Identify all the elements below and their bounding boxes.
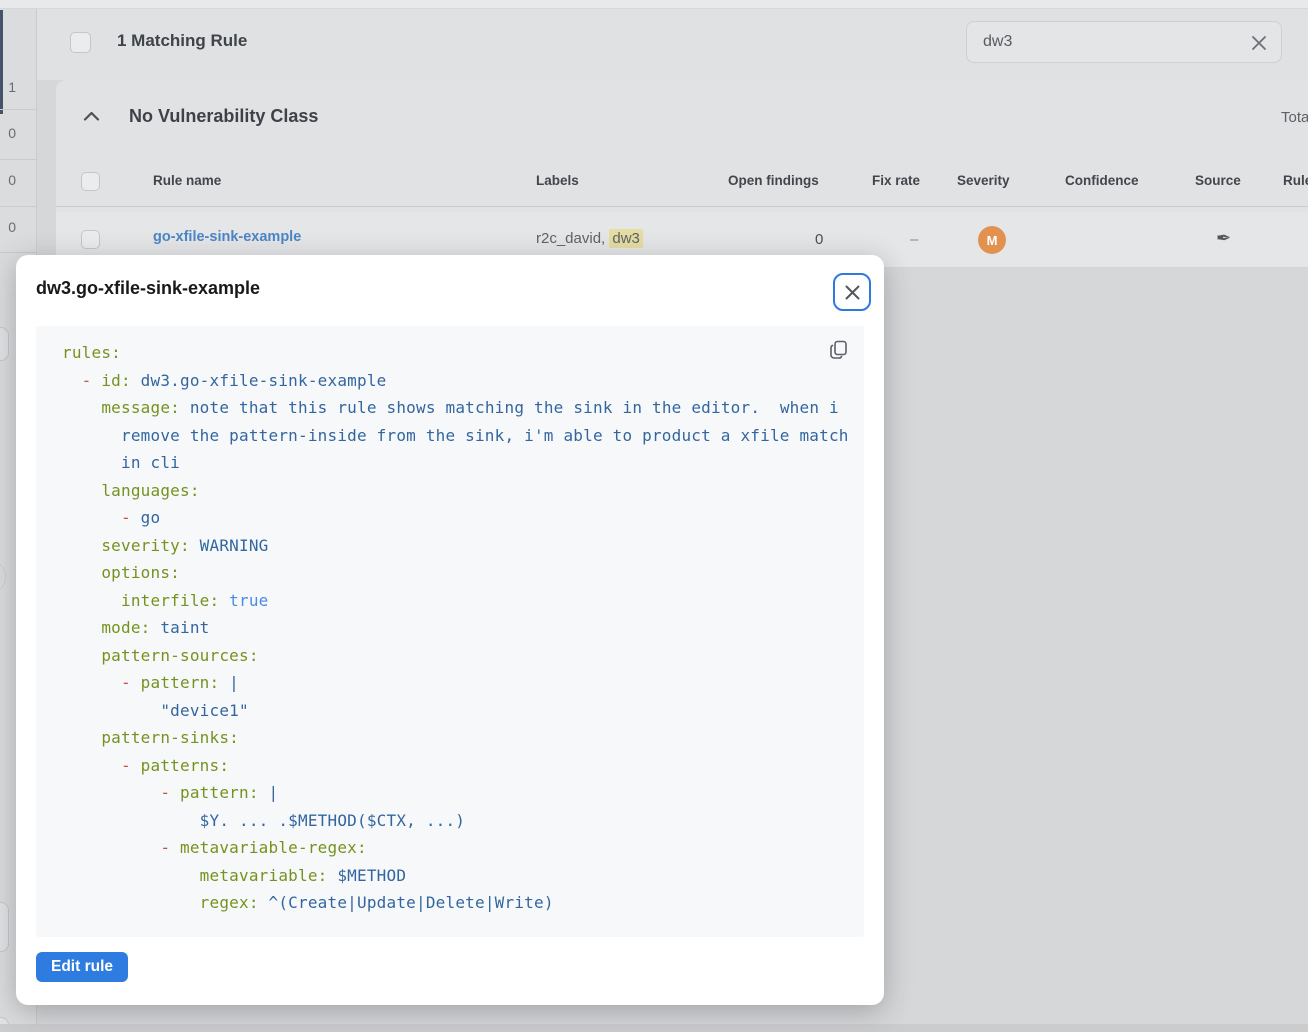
col-header-rule: Rule: [1283, 173, 1308, 188]
edit-rule-button[interactable]: Edit rule: [36, 952, 128, 982]
label-highlighted: dw3: [609, 229, 643, 248]
modal-close-button[interactable]: [833, 273, 871, 311]
code-line: in cli: [62, 449, 848, 477]
fix-rate-value: –: [910, 231, 918, 248]
code-line: interfile: true: [62, 587, 848, 615]
sidebar-active-indicator: [0, 10, 3, 114]
sidebar-divider: [0, 159, 37, 160]
open-findings-value: 0: [815, 231, 823, 248]
search-input[interactable]: [967, 22, 1281, 62]
code-line: - patterns:: [62, 752, 848, 780]
close-icon: [844, 284, 861, 301]
code-line: mode: taint: [62, 614, 848, 642]
code-line: remove the pattern-inside from the sink,…: [62, 422, 848, 450]
select-all-checkbox[interactable]: [70, 32, 91, 53]
row-checkbox[interactable]: [81, 230, 100, 249]
sidebar-count: 0: [0, 219, 16, 235]
rule-code-block: rules: - id: dw3.go-xfile-sink-example m…: [36, 326, 864, 937]
col-header-fix-rate: Fix rate: [872, 173, 920, 188]
code-line: regex: ^(Create|Update|Delete|Write): [62, 889, 848, 917]
code-line: message: note that this rule shows match…: [62, 394, 848, 422]
col-header-confidence: Confidence: [1065, 173, 1139, 188]
rules-search: [966, 21, 1282, 63]
top-band: [0, 0, 1308, 9]
chevron-up-icon[interactable]: [83, 111, 100, 121]
clipped-circle: [0, 559, 6, 595]
sidebar-divider: [0, 109, 37, 110]
code-line: $Y. ... .$METHOD($CTX, ...): [62, 807, 848, 835]
code-line: "device1": [62, 697, 848, 725]
app-screen: 1 0 0 0 1 Matching Rule No Vulnerability…: [0, 0, 1308, 1032]
section-title: No Vulnerability Class: [129, 106, 318, 127]
col-header-severity: Severity: [957, 173, 1010, 188]
sidebar-count: 1: [0, 79, 16, 95]
total-label: Total: [1281, 109, 1308, 126]
col-header-source: Source: [1195, 173, 1241, 188]
select-group-checkbox[interactable]: [81, 172, 100, 191]
code-line: - go: [62, 504, 848, 532]
code-line: severity: WARNING: [62, 532, 848, 560]
code-line: - pattern: |: [62, 669, 848, 697]
code-line: options:: [62, 559, 848, 587]
sidebar-divider: [0, 252, 37, 253]
code-line: pattern-sinks:: [62, 724, 848, 752]
labels-cell: r2c_david, dw3: [536, 230, 643, 247]
code-line: - pattern: |: [62, 779, 848, 807]
code-line: pattern-sources:: [62, 642, 848, 670]
sidebar-divider: [0, 206, 37, 207]
bottom-edge: [0, 1024, 1308, 1032]
label-text: r2c_david,: [536, 230, 609, 247]
rule-detail-modal: dw3.go-xfile-sink-example rules: - id: d…: [16, 255, 884, 1005]
code-line: rules:: [62, 339, 848, 367]
matching-rules-title: 1 Matching Rule: [117, 31, 247, 51]
modal-title: dw3.go-xfile-sink-example: [36, 278, 260, 299]
code-line: metavariable: $METHOD: [62, 862, 848, 890]
col-header-rule-name: Rule name: [153, 173, 221, 188]
clipped-button: [0, 902, 9, 952]
col-header-open-findings: Open findings: [728, 173, 819, 188]
clear-search-icon[interactable]: [1249, 33, 1269, 53]
severity-letter: M: [987, 233, 998, 248]
rule-name-link[interactable]: go-xfile-sink-example: [153, 229, 301, 245]
table-header-divider: [56, 206, 1308, 207]
severity-badge: M: [978, 226, 1006, 254]
sidebar-count: 0: [0, 172, 16, 188]
code-line: - id: dw3.go-xfile-sink-example: [62, 367, 848, 395]
pen-nib-icon: ✒: [1216, 228, 1231, 249]
code-line: - metavariable-regex:: [62, 834, 848, 862]
code-line: languages:: [62, 477, 848, 505]
sidebar-count: 0: [0, 125, 16, 141]
copy-icon[interactable]: [828, 339, 850, 361]
col-header-labels: Labels: [536, 173, 579, 188]
rule-code: rules: - id: dw3.go-xfile-sink-example m…: [36, 326, 864, 937]
clipped-button: [0, 327, 9, 361]
